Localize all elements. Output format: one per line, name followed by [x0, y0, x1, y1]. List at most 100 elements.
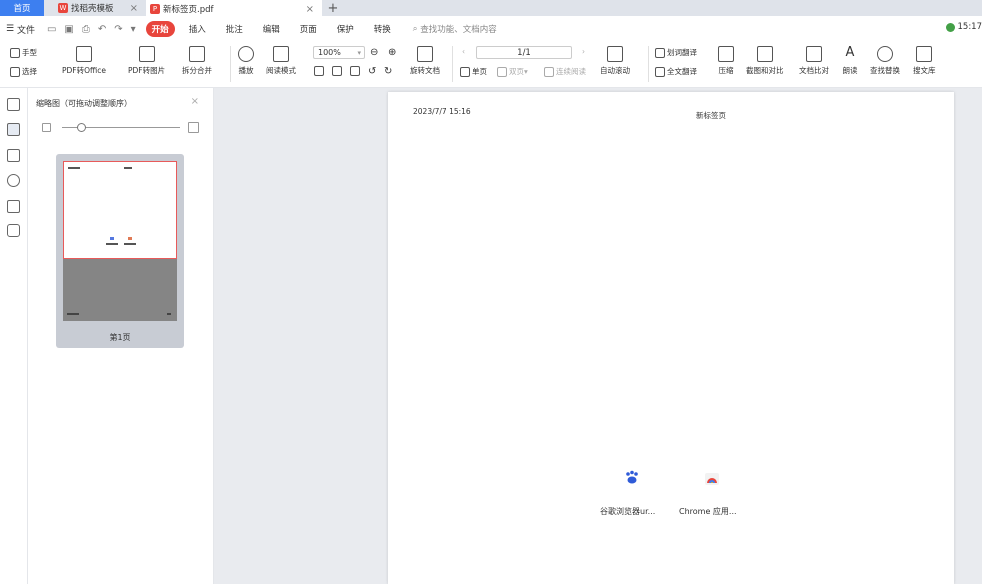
tab-templates-label: 找稻壳模板 [71, 4, 114, 14]
play-label: 播放 [238, 66, 254, 75]
screenshot-compare-label: 截图和对比 [746, 66, 784, 75]
double-page-button[interactable]: 双页 ▾ [497, 66, 528, 77]
search-input[interactable]: ⌕ 查找功能、文档内容 [413, 23, 497, 35]
preview-mark [124, 167, 132, 169]
pdf-to-office-button[interactable]: PDF转Office [62, 46, 106, 76]
layers-icon[interactable] [7, 224, 20, 237]
shortcut-label-chrome-apps: Chrome 应用... [679, 507, 737, 516]
tab-document[interactable]: P 新标签页.pdf × [146, 0, 322, 16]
page-thumbnail[interactable]: 第1页 [56, 154, 184, 348]
compress-button[interactable]: 压缩 [718, 46, 734, 76]
single-page-button[interactable]: 单页 [460, 66, 487, 77]
preview-mark [68, 167, 80, 169]
menu-comment[interactable]: 批注 [226, 23, 243, 35]
document-area: 2023/7/7 15:16 新标签页 谷歌浏览器ur... Chrome 应用… [214, 88, 982, 584]
print-icon[interactable]: ⎙ [82, 24, 90, 35]
hand-icon [10, 47, 20, 58]
comment-icon[interactable] [7, 149, 20, 162]
sync-status[interactable]: 15:17 [945, 22, 982, 32]
chevron-down-icon[interactable]: ▾ [131, 24, 136, 35]
quick-access-toolbar: ▭ ▣ ⎙ ↶ ↷ ▾ [47, 24, 136, 35]
open-folder-icon[interactable]: ▭ [47, 24, 56, 35]
preview-mark [106, 243, 118, 245]
continuous-read-button[interactable]: 连续阅读 [544, 66, 586, 77]
play-button[interactable]: 播放 [238, 46, 254, 76]
play-icon [238, 46, 254, 62]
thumbnail-panel-title: 缩略图（可拖动调整顺序） [36, 99, 132, 108]
menu-edit[interactable]: 编辑 [263, 23, 280, 35]
rotate-document-button[interactable]: 旋转文档 [410, 46, 440, 76]
read-aloud-label: 朗读 [842, 66, 858, 75]
full-translate-button[interactable]: 全文翻译 [655, 66, 697, 77]
menu-start[interactable]: 开始 [145, 21, 175, 37]
fit-page-button[interactable] [332, 66, 344, 76]
preview-mark [67, 313, 79, 315]
menu-bar: ☰ 文件 ▭ ▣ ⎙ ↶ ↷ ▾ 开始 插入 批注 编辑 页面 保护 转换 ⌕ … [0, 16, 982, 42]
thumbnail-icon[interactable] [7, 123, 20, 136]
bookmark-icon[interactable] [7, 98, 20, 111]
tab-home[interactable]: 首页 [0, 0, 44, 16]
split-merge-icon [189, 46, 205, 62]
file-menu[interactable]: ☰ 文件 [6, 23, 35, 36]
rotate-right-button[interactable]: ↻ [384, 66, 392, 77]
next-page-button[interactable]: › [582, 47, 585, 56]
full-translate-icon [655, 66, 665, 77]
attachment-icon[interactable] [7, 174, 20, 187]
screenshot-compare-button[interactable]: 截图和对比 [746, 46, 784, 76]
sync-time: 15:17 [957, 22, 982, 32]
thumbnail-size-slider[interactable] [42, 122, 202, 134]
screenshot-icon [756, 46, 773, 62]
close-icon[interactable]: × [191, 96, 199, 107]
zoom-select[interactable]: 100% ▾ [313, 46, 365, 59]
search-placeholder: 查找功能、文档内容 [420, 25, 497, 35]
page-header-title: 新标签页 [696, 111, 726, 120]
find-replace-button[interactable]: 查找替换 [870, 46, 900, 76]
chevron-left-icon: ‹ [462, 47, 465, 56]
select-tool[interactable]: 选择 [10, 66, 37, 77]
read-aloud-button[interactable]: A 朗读 [842, 46, 858, 76]
pdf-page[interactable]: 2023/7/7 15:16 新标签页 谷歌浏览器ur... Chrome 应用… [388, 92, 954, 584]
rotate-left-button[interactable]: ↺ [368, 66, 376, 77]
menu-convert[interactable]: 转换 [374, 23, 391, 35]
auto-scroll-icon [607, 46, 623, 62]
read-mode-button[interactable]: 阅读模式 [266, 46, 296, 76]
tab-templates[interactable]: W 找稻壳模板 × [44, 0, 146, 16]
menu-page[interactable]: 页面 [300, 23, 317, 35]
zoom-in-button[interactable]: ⊕ [388, 47, 396, 58]
signature-icon[interactable] [7, 200, 20, 213]
menu-insert[interactable]: 插入 [189, 23, 206, 35]
hand-tool[interactable]: 手型 [10, 47, 37, 58]
new-tab-button[interactable]: + [326, 0, 340, 16]
chevron-right-icon: › [582, 47, 585, 56]
pdf-to-office-label: PDF转Office [62, 66, 107, 75]
menu-protect[interactable]: 保护 [337, 23, 354, 35]
pdf-to-image-button[interactable]: PDF转图片 [128, 46, 165, 76]
baidu-paw-icon [626, 470, 638, 484]
hand-label: 手型 [22, 48, 37, 57]
zoom-out-icon: ⊖ [370, 47, 379, 58]
page-number-input[interactable]: 1/1 [476, 46, 572, 59]
slider-handle[interactable] [77, 123, 86, 132]
chevron-down-icon: ▾ [524, 67, 528, 76]
file-menu-label: 文件 [16, 25, 35, 36]
prev-page-button[interactable]: ‹ [462, 47, 465, 56]
preview-mark [128, 237, 132, 240]
zoom-out-button[interactable]: ⊖ [370, 47, 378, 58]
word-translate-button[interactable]: 划词翻译 [655, 47, 697, 58]
actual-size-button[interactable] [314, 66, 326, 76]
redo-icon[interactable]: ↷ [114, 24, 122, 35]
doc-compare-button[interactable]: 文档比对 [799, 46, 829, 76]
fit-width-button[interactable] [350, 66, 362, 76]
save-icon[interactable]: ▣ [64, 24, 73, 35]
single-page-label: 单页 [472, 67, 487, 76]
close-icon[interactable]: × [130, 3, 138, 14]
close-icon[interactable]: × [306, 4, 314, 15]
undo-icon[interactable]: ↶ [98, 24, 106, 35]
continuous-icon [544, 66, 554, 77]
split-merge-button[interactable]: 拆分合并 [182, 46, 212, 76]
search-library-button[interactable]: 搜文库 [913, 46, 936, 76]
pdf-to-image-label: PDF转图片 [128, 66, 166, 75]
rotate-right-icon: ↻ [384, 66, 393, 77]
book-icon [273, 46, 289, 62]
auto-scroll-button[interactable]: 自动滚动 [600, 46, 630, 76]
